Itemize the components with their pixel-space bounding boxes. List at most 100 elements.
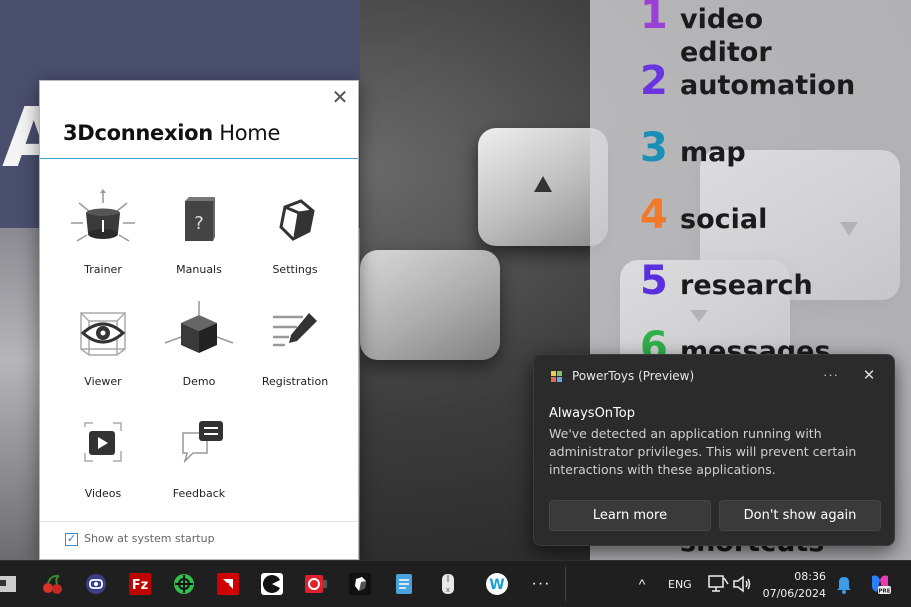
video-play-icon bbox=[84, 422, 122, 462]
title-divider bbox=[40, 158, 358, 159]
taskbar-app-green[interactable] bbox=[170, 570, 198, 598]
taskbar: Fz x W ··· ^ ENG 08:36 07/06/2024 PRE bbox=[0, 560, 911, 607]
brand-name: 3Dconnexion bbox=[63, 121, 213, 145]
notification-app-name: PowerToys (Preview) bbox=[572, 369, 695, 383]
notification-more-button[interactable]: ··· bbox=[821, 367, 841, 383]
wallpaper-list-item: 4 social bbox=[640, 192, 767, 238]
taskbar-app-amd[interactable] bbox=[214, 570, 242, 598]
viewer-tile[interactable]: Viewer bbox=[55, 301, 151, 401]
wallpaper-list-number: 4 bbox=[640, 192, 668, 238]
wallpaper-list-text: social bbox=[680, 204, 768, 235]
taskbar-app-partial[interactable] bbox=[0, 570, 22, 598]
green-circle-icon bbox=[174, 574, 194, 594]
close-button[interactable]: ✕ bbox=[330, 87, 350, 107]
tile-label: Viewer bbox=[84, 375, 122, 388]
clock-date[interactable]: 07/06/2024 bbox=[762, 587, 826, 600]
notification-body: We've detected an application running wi… bbox=[549, 426, 857, 477]
wallpaper-list-number: 2 bbox=[640, 58, 668, 104]
filezilla-icon: Fz bbox=[129, 573, 151, 595]
trainer-icon bbox=[71, 189, 135, 242]
demo-cube-icon bbox=[164, 301, 234, 353]
taskbar-app-w[interactable]: W bbox=[483, 570, 511, 598]
svg-text:PRE: PRE bbox=[878, 589, 890, 595]
window-footer: ✓ Show at system startup bbox=[40, 521, 358, 559]
record-icon bbox=[305, 575, 327, 593]
startup-checkbox-label: Show at system startup bbox=[84, 532, 215, 545]
demo-tile[interactable]: Demo bbox=[151, 301, 247, 401]
language-indicator[interactable]: ENG bbox=[668, 578, 692, 591]
keyboard-key bbox=[478, 128, 608, 246]
keyboard-key bbox=[360, 250, 500, 360]
wallpaper-list-text: video bbox=[680, 4, 764, 35]
clock-time[interactable]: 08:36 bbox=[770, 570, 826, 583]
amd-icon bbox=[217, 573, 239, 595]
taskbar-app-3dconnexion[interactable] bbox=[346, 570, 374, 598]
tile-label: Manuals bbox=[176, 263, 222, 276]
speaker-icon bbox=[733, 575, 751, 593]
wallpaper-list-number: 5 bbox=[640, 258, 668, 304]
startup-checkbox[interactable]: ✓ bbox=[65, 533, 78, 546]
app-partial-icon bbox=[0, 576, 16, 592]
wallpaper-list-item: 2 automation bbox=[640, 58, 855, 104]
dont-show-again-button[interactable]: Don't show again bbox=[719, 500, 881, 531]
bell-icon bbox=[837, 577, 851, 594]
show-hidden-icons-button[interactable]: ^ bbox=[628, 570, 656, 598]
pie-icon bbox=[261, 573, 283, 595]
capture-icon bbox=[86, 574, 106, 594]
3dconnexion-home-window: ✕ 3Dconnexion Home Trainer ? Manuals Set… bbox=[39, 80, 359, 560]
taskbar-app-filezilla[interactable]: Fz bbox=[126, 570, 154, 598]
3dconnexion-cube-icon bbox=[349, 573, 371, 595]
tile-label: Feedback bbox=[172, 487, 226, 500]
notification-close-button[interactable]: ✕ bbox=[860, 366, 878, 384]
wallpaper-list-number: 1 bbox=[640, 0, 668, 38]
network-icon bbox=[708, 575, 729, 592]
tile-label: Settings bbox=[272, 263, 318, 276]
svg-text:W: W bbox=[489, 577, 504, 593]
settings-tile[interactable]: Settings bbox=[247, 189, 343, 289]
svg-text:Fz: Fz bbox=[132, 578, 148, 593]
w-app-icon: W bbox=[486, 573, 508, 595]
notifications-button[interactable] bbox=[830, 570, 858, 598]
registration-tile[interactable]: Registration bbox=[247, 301, 343, 401]
svg-text:x: x bbox=[446, 586, 450, 594]
volume-button[interactable] bbox=[728, 570, 756, 598]
tile-label: Trainer bbox=[84, 263, 122, 276]
registration-pen-icon bbox=[273, 313, 317, 347]
powertoys-notification: PowerToys (Preview) ··· ✕ AlwaysOnTop We… bbox=[533, 354, 895, 546]
tile-label: Demo bbox=[182, 375, 216, 388]
window-title: 3Dconnexion Home bbox=[63, 121, 280, 145]
mouse-icon: x bbox=[442, 574, 454, 594]
trainer-tile[interactable]: Trainer bbox=[55, 189, 151, 289]
notification-heading: AlwaysOnTop bbox=[549, 406, 635, 421]
feedback-chat-icon bbox=[182, 421, 223, 464]
taskbar-app-mouse[interactable]: x bbox=[434, 570, 462, 598]
taskbar-app-pacman[interactable] bbox=[258, 570, 286, 598]
wallpaper-list-item: 1 video bbox=[640, 0, 763, 38]
tile-label: Videos bbox=[84, 487, 122, 500]
wallpaper-list-text: map bbox=[680, 137, 746, 168]
manuals-tile[interactable]: ? Manuals bbox=[151, 189, 247, 289]
settings-cube-icon bbox=[279, 199, 315, 241]
viewer-eye-icon bbox=[80, 312, 126, 356]
learn-more-button[interactable]: Learn more bbox=[549, 500, 711, 531]
wallpaper-list-text: automation bbox=[680, 70, 856, 101]
window-title-suffix: Home bbox=[212, 121, 281, 145]
wallpaper-list-text: research bbox=[680, 270, 813, 301]
taskbar-app-cherries[interactable] bbox=[39, 570, 67, 598]
taskbar-overflow-button[interactable]: ··· bbox=[527, 570, 555, 598]
copilot-button[interactable]: PRE bbox=[866, 570, 894, 598]
wallpaper-list-item: 5 research bbox=[640, 258, 813, 304]
taskbar-app-record[interactable] bbox=[302, 570, 330, 598]
taskbar-app-notepad[interactable] bbox=[390, 570, 418, 598]
svg-text:?: ? bbox=[194, 213, 204, 234]
notepad-icon bbox=[396, 574, 412, 594]
copilot-icon: PRE bbox=[871, 575, 891, 595]
videos-tile[interactable]: Videos bbox=[55, 413, 151, 513]
manual-book-icon: ? bbox=[185, 197, 215, 241]
cherries-icon bbox=[43, 574, 62, 594]
taskbar-app-capture[interactable] bbox=[82, 570, 110, 598]
taskbar-divider bbox=[565, 567, 566, 601]
tile-label: Registration bbox=[261, 375, 329, 388]
feedback-tile[interactable]: Feedback bbox=[151, 413, 247, 513]
wallpaper-list-number: 3 bbox=[640, 125, 668, 171]
